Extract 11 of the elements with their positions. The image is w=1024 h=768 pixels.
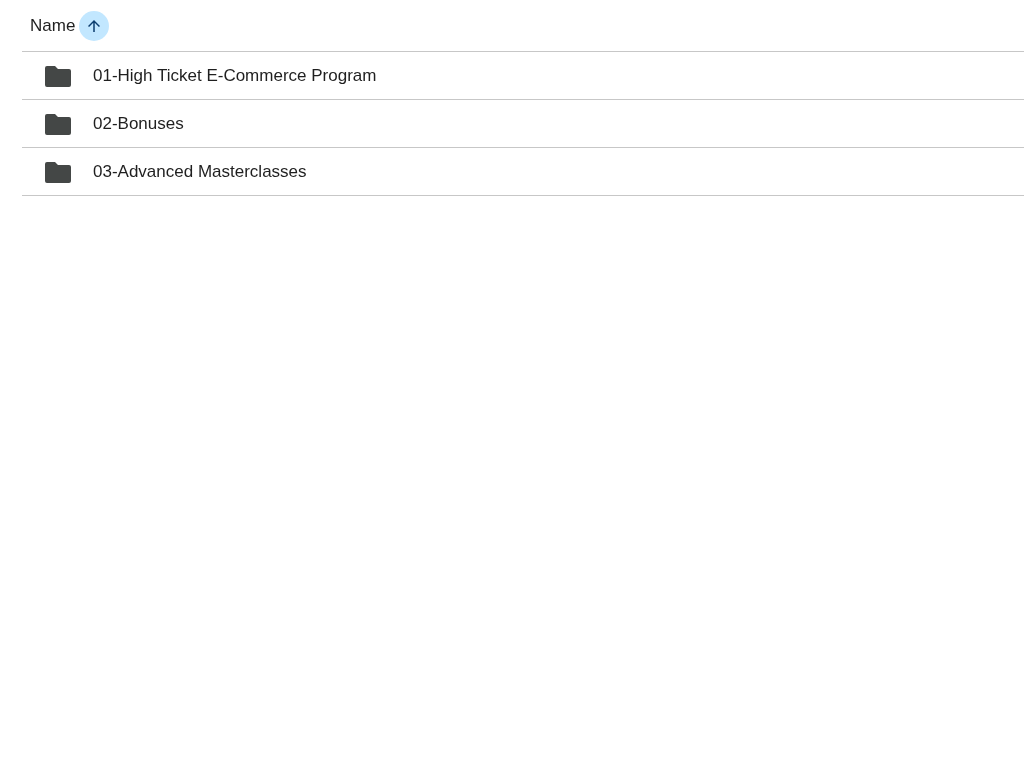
folder-icon [45, 112, 71, 135]
folder-icon [45, 160, 71, 183]
folder-icon [45, 64, 71, 87]
folder-name: 03-Advanced Masterclasses [93, 161, 307, 182]
sort-button[interactable] [79, 10, 110, 41]
column-header[interactable]: Name [30, 15, 76, 36]
folder-row[interactable]: 01-High Ticket E-Commerce Program [22, 52, 1024, 100]
folder-name: 02-Bonuses [93, 113, 184, 134]
folder-row[interactable]: 02-Bonuses [22, 100, 1024, 148]
folder-row[interactable]: 03-Advanced Masterclasses [22, 148, 1024, 196]
folder-name: 01-High Ticket E-Commerce Program [93, 65, 377, 86]
